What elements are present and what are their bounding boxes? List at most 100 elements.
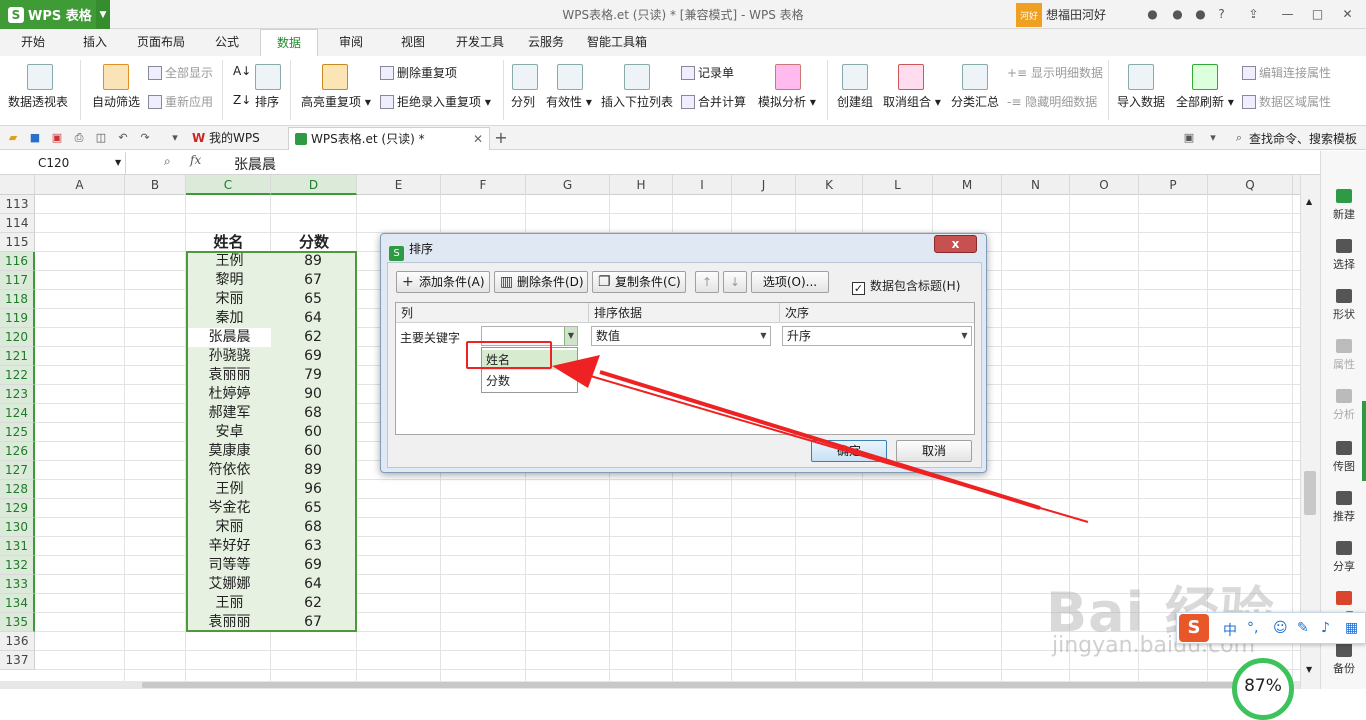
header-cell-name[interactable]: 姓名 (186, 233, 271, 252)
scroll-thumb[interactable] (1304, 471, 1316, 515)
has-header-checkbox[interactable]: ✓ 数据包含标题(H) (852, 277, 960, 295)
tab-developer[interactable]: 开发工具 (450, 29, 510, 56)
row-header-115[interactable]: 115 (0, 233, 35, 252)
export-pdf-icon[interactable]: ▣ (50, 131, 64, 145)
command-search[interactable]: 查找命令、搜索模板 (1249, 130, 1357, 147)
tab-review[interactable]: 审阅 (326, 29, 376, 56)
redo-icon[interactable]: ↷ (138, 131, 152, 145)
print-icon[interactable]: ⎙ (72, 131, 86, 145)
pivot-table-button[interactable]: 数据透视表 (8, 93, 68, 110)
score-cell[interactable]: 62 (271, 328, 355, 347)
score-cell[interactable]: 67 (271, 613, 355, 632)
options-button[interactable]: 选项(O)... (751, 271, 829, 293)
open-folder-icon[interactable]: ▰ (6, 131, 20, 145)
tab-data[interactable]: 数据 (260, 29, 318, 56)
pen-icon[interactable]: ✎ (1297, 620, 1309, 636)
name-cell[interactable]: 郝建军 (188, 404, 271, 423)
sort-asc-icon[interactable]: A↓ (233, 64, 251, 78)
show-all-button[interactable]: 全部显示 (148, 64, 213, 81)
score-cell[interactable]: 64 (271, 575, 355, 594)
tab-smart-tools[interactable]: 智能工具箱 (584, 29, 650, 56)
reapply-button[interactable]: 重新应用 (148, 93, 213, 110)
row-header-126[interactable]: 126 (0, 442, 35, 461)
column-header-i[interactable]: I (673, 175, 732, 195)
record-form-button[interactable]: 记录单 (681, 64, 734, 81)
user-name[interactable]: 想福田河好 (1046, 6, 1106, 23)
sort-button[interactable]: 排序 (255, 93, 279, 110)
row-header-117[interactable]: 117 (0, 271, 35, 290)
move-down-button[interactable]: ↓ (723, 271, 747, 293)
name-cell[interactable]: 秦加 (188, 309, 271, 328)
ok-button[interactable]: 确定 (811, 440, 887, 462)
column-header-n[interactable]: N (1002, 175, 1070, 195)
sort-desc-icon[interactable]: Z↓ (233, 93, 251, 107)
name-cell[interactable]: 岑金花 (188, 499, 271, 518)
ungroup-button[interactable]: 取消组合 ▾ (883, 93, 941, 110)
merge-calc-button[interactable]: 合并计算 (681, 93, 746, 110)
basis-select[interactable]: 数值 ▼ (591, 326, 771, 346)
name-cell[interactable]: 王例 (188, 480, 271, 499)
undo-icon[interactable]: ↶ (116, 131, 130, 145)
name-box[interactable]: C120 ▼ (0, 152, 126, 174)
tab-home[interactable]: 开始 (8, 29, 58, 56)
name-cell[interactable]: 袁丽丽 (188, 366, 271, 385)
filter-icon[interactable] (103, 64, 129, 90)
row-header-131[interactable]: 131 (0, 537, 35, 556)
sidebar-item-upload-image[interactable]: 传图 (1321, 441, 1366, 474)
row-header-118[interactable]: 118 (0, 290, 35, 309)
minimize-icon[interactable]: — (1280, 7, 1295, 22)
column-header-c[interactable]: C (186, 175, 271, 195)
score-cell[interactable]: 90 (271, 385, 355, 404)
scroll-down-icon[interactable]: ▼ (1306, 665, 1312, 674)
cancel-button[interactable]: 取消 (896, 440, 972, 462)
tab-page-layout[interactable]: 页面布局 (130, 29, 192, 56)
upload-icon[interactable]: ⇪ (1246, 7, 1261, 22)
validity-icon[interactable] (557, 64, 583, 90)
sidebar-item-recommend[interactable]: 推荐 (1321, 491, 1366, 524)
feedback-icon[interactable]: ● (1193, 7, 1208, 22)
column-header-h[interactable]: H (610, 175, 673, 195)
name-cell[interactable]: 孙骁骁 (188, 347, 271, 366)
horizontal-scrollbar[interactable] (0, 681, 1300, 689)
column-header-l[interactable]: L (863, 175, 933, 195)
refresh-icon[interactable] (1192, 64, 1218, 90)
create-group-button[interactable]: 创建组 (837, 93, 873, 110)
tab-my-wps[interactable]: W 我的WPS (187, 127, 283, 150)
sort-icon[interactable] (255, 64, 281, 90)
refresh-all-button[interactable]: 全部刷新 ▾ (1176, 93, 1234, 110)
maximize-icon[interactable]: □ (1310, 7, 1325, 22)
row-header-127[interactable]: 127 (0, 461, 35, 480)
select-all-corner[interactable] (0, 175, 35, 195)
row-header-116[interactable]: 116 (0, 252, 35, 271)
column-header-f[interactable]: F (441, 175, 526, 195)
sidebar-item-backup[interactable]: 备份 (1321, 643, 1366, 676)
name-cell[interactable]: 杜婷婷 (188, 385, 271, 404)
row-header-125[interactable]: 125 (0, 423, 35, 442)
sidebar-item-select[interactable]: 选择 (1321, 239, 1366, 272)
score-cell[interactable]: 79 (271, 366, 355, 385)
row-header-124[interactable]: 124 (0, 404, 35, 423)
subtotal-icon[interactable] (962, 64, 988, 90)
name-cell[interactable]: 辛好好 (188, 537, 271, 556)
zoom-search-icon[interactable]: ⌕ (164, 154, 171, 169)
name-cell[interactable]: 袁丽丽 (188, 613, 271, 632)
name-cell[interactable]: 莫康康 (188, 442, 271, 461)
row-header-122[interactable]: 122 (0, 366, 35, 385)
name-cell[interactable]: 王丽 (188, 594, 271, 613)
sogou-logo-icon[interactable]: S (1179, 614, 1209, 642)
ime-punctuation[interactable]: °, (1247, 620, 1258, 636)
score-cell[interactable]: 68 (271, 518, 355, 537)
sidebar-item-share[interactable]: 分享 (1321, 541, 1366, 574)
name-cell[interactable]: 艾娜娜 (188, 575, 271, 594)
add-tab-icon[interactable]: + (494, 130, 508, 146)
help-icon[interactable]: ? (1214, 7, 1229, 22)
scroll-up-icon[interactable]: ▲ (1306, 197, 1312, 206)
name-cell[interactable]: 宋丽 (188, 518, 271, 537)
zoom-indicator[interactable]: 87% (1232, 658, 1294, 720)
ungroup-icon[interactable] (898, 64, 924, 90)
name-cell[interactable]: 安卓 (188, 423, 271, 442)
row-header-132[interactable]: 132 (0, 556, 35, 575)
row-header-133[interactable]: 133 (0, 575, 35, 594)
column-header-d[interactable]: D (271, 175, 357, 195)
active-cell[interactable]: 张晨晨 (188, 328, 271, 347)
